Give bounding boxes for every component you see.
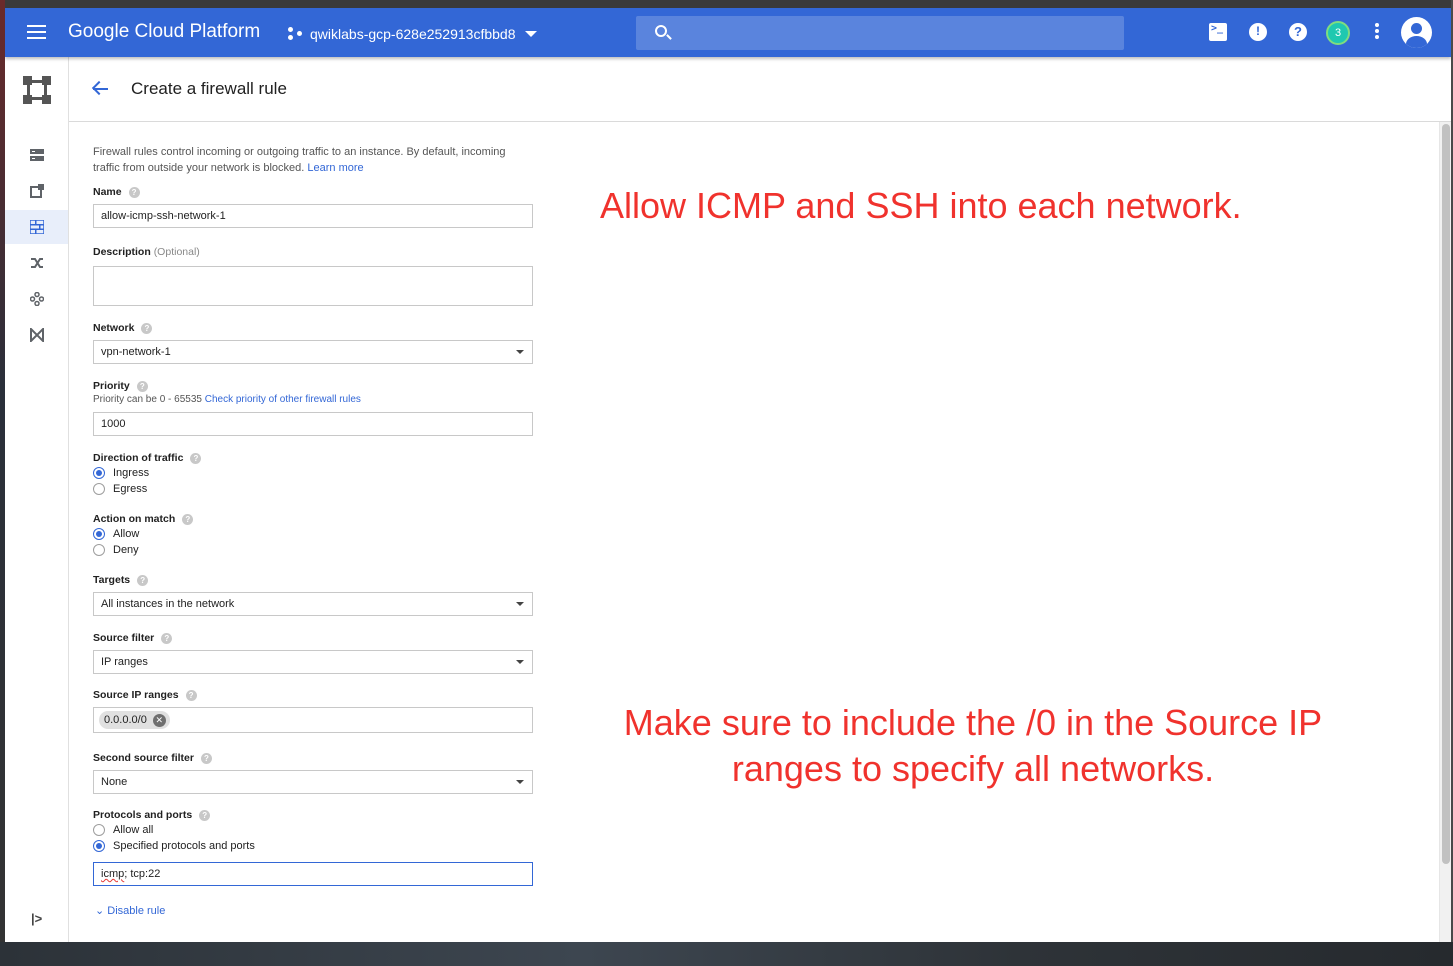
check-priority-link[interactable]: Check priority of other firewall rules xyxy=(205,394,361,405)
help-icon[interactable]: ? xyxy=(161,632,173,644)
name-label: Name? xyxy=(93,186,140,198)
expand-nav-icon[interactable]: |> xyxy=(31,911,42,926)
page-scrollbar[interactable] xyxy=(1439,122,1451,942)
search-input[interactable] xyxy=(636,16,1124,50)
desktop-bottom-strip xyxy=(0,942,1453,966)
direction-ingress-radio[interactable]: Ingress xyxy=(93,466,149,480)
second-source-select[interactable]: None xyxy=(93,770,533,794)
priority-hint: Priority can be 0 - 65535 Check priority… xyxy=(93,394,361,405)
dropdown-arrow-icon xyxy=(516,780,524,784)
protocols-allow-all-radio[interactable]: Allow all xyxy=(93,823,153,837)
search-icon xyxy=(655,25,667,37)
nav-firewall-rules[interactable] xyxy=(5,210,68,244)
chevron-down-icon: ⌄ xyxy=(95,905,105,917)
priority-label: Priority? xyxy=(93,380,148,392)
nav-vpc-networks[interactable] xyxy=(5,138,68,172)
source-ip-field[interactable]: 0.0.0.0/0 ✕ xyxy=(93,707,533,733)
action-allow-radio[interactable]: Allow xyxy=(93,527,139,541)
dropdown-arrow-icon xyxy=(516,660,524,664)
dropdown-arrow-icon xyxy=(516,602,524,606)
scrollbar-thumb[interactable] xyxy=(1442,124,1450,864)
direction-egress-radio[interactable]: Egress xyxy=(93,482,147,496)
project-name: qwiklabs-gcp-628e252913cfbbd8 xyxy=(310,26,516,42)
desktop-top-strip xyxy=(0,0,1453,8)
network-select[interactable]: vpn-network-1 xyxy=(93,340,533,364)
chevron-down-icon xyxy=(525,31,538,37)
dropdown-arrow-icon xyxy=(516,350,524,354)
source-filter-label: Source filter? xyxy=(93,632,173,644)
disable-rule-text: Disable rule xyxy=(107,905,166,917)
intro-text: Firewall rules control incoming or outgo… xyxy=(93,144,533,176)
help-icon[interactable] xyxy=(1289,23,1307,41)
external-ip-icon xyxy=(30,184,44,198)
description-field[interactable] xyxy=(93,266,533,306)
targets-label: Targets? xyxy=(93,574,149,586)
description-label: Description (Optional) xyxy=(93,246,200,258)
annotation-top: Allow ICMP and SSH into each network. xyxy=(600,185,1242,226)
protocols-specified-radio[interactable]: Specified protocols and ports xyxy=(93,839,255,853)
help-icon[interactable]: ? xyxy=(141,322,153,334)
routes-icon xyxy=(31,258,43,268)
direction-label: Direction of traffic? xyxy=(93,452,202,464)
brand-title[interactable]: Google Cloud Platform xyxy=(68,21,260,43)
vpc-network-product-icon xyxy=(23,76,51,104)
network-value: vpn-network-1 xyxy=(101,346,171,358)
source-ip-label: Source IP ranges? xyxy=(93,689,197,701)
ip-range-chip-text: 0.0.0.0/0 xyxy=(104,714,147,726)
intro-description: Firewall rules control incoming or outgo… xyxy=(93,146,506,174)
left-nav-rail: |> xyxy=(5,57,69,942)
protocols-value-word: icmp xyxy=(101,868,125,880)
shared-vpc-icon xyxy=(30,328,44,342)
browser-window: Google Cloud Platform qwiklabs-gcp-628e2… xyxy=(5,8,1451,942)
action-deny-radio[interactable]: Deny xyxy=(93,543,139,557)
protocols-value-rest: ; tcp:22 xyxy=(124,868,161,880)
priority-hint-text: Priority can be 0 - 65535 xyxy=(93,394,202,405)
second-source-value: None xyxy=(101,776,128,788)
more-vert-icon[interactable] xyxy=(1373,23,1381,41)
action-label: Action on match? xyxy=(93,513,194,525)
network-label: Network? xyxy=(93,322,153,334)
nav-vpc-peering[interactable] xyxy=(5,282,68,316)
help-icon[interactable]: ? xyxy=(128,186,140,198)
nav-shared-vpc[interactable] xyxy=(5,318,68,352)
vpc-networks-icon xyxy=(30,149,44,161)
nav-external-ip[interactable] xyxy=(5,174,68,208)
peering-icon xyxy=(30,292,44,306)
account-avatar[interactable] xyxy=(1401,17,1432,48)
source-filter-value: IP ranges xyxy=(101,656,148,668)
hamburger-menu-icon[interactable] xyxy=(27,25,46,39)
learn-more-link[interactable]: Learn more xyxy=(307,162,363,174)
targets-select[interactable]: All instances in the network xyxy=(93,592,533,616)
second-source-label: Second source filter? xyxy=(93,752,212,764)
top-app-bar: Google Cloud Platform qwiklabs-gcp-628e2… xyxy=(5,8,1451,57)
nav-routes[interactable] xyxy=(5,246,68,280)
name-field[interactable]: allow-icmp-ssh-network-1 xyxy=(93,204,533,228)
targets-value: All instances in the network xyxy=(101,598,235,610)
priority-field[interactable]: 1000 xyxy=(93,412,533,436)
project-dots-icon xyxy=(288,27,303,41)
help-icon[interactable]: ? xyxy=(185,689,197,701)
annotation-bottom: Make sure to include the /0 in the Sourc… xyxy=(623,702,1323,789)
help-icon[interactable]: ? xyxy=(190,452,202,464)
help-icon[interactable]: ? xyxy=(137,574,149,586)
ip-range-chip: 0.0.0.0/0 ✕ xyxy=(99,711,170,729)
page-header: Create a firewall rule xyxy=(69,57,1451,122)
back-arrow-icon[interactable] xyxy=(91,80,109,97)
protocols-label: Protocols and ports? xyxy=(93,809,211,821)
protocols-ports-field[interactable]: icmp; tcp:22 xyxy=(93,862,533,886)
notifications-badge[interactable]: 3 xyxy=(1326,21,1350,45)
source-filter-select[interactable]: IP ranges xyxy=(93,650,533,674)
feedback-icon[interactable] xyxy=(1249,23,1267,41)
help-icon[interactable]: ? xyxy=(182,513,194,525)
help-icon[interactable]: ? xyxy=(199,809,211,821)
help-icon[interactable]: ? xyxy=(200,752,212,764)
firewall-icon xyxy=(30,220,44,234)
disable-rule-link[interactable]: ⌄ Disable rule xyxy=(95,904,165,917)
page-title: Create a firewall rule xyxy=(131,79,287,98)
remove-chip-icon[interactable]: ✕ xyxy=(152,713,166,727)
cloud-shell-icon[interactable] xyxy=(1209,23,1227,41)
project-selector[interactable]: qwiklabs-gcp-628e252913cfbbd8 xyxy=(288,23,538,45)
help-icon[interactable]: ? xyxy=(136,380,148,392)
